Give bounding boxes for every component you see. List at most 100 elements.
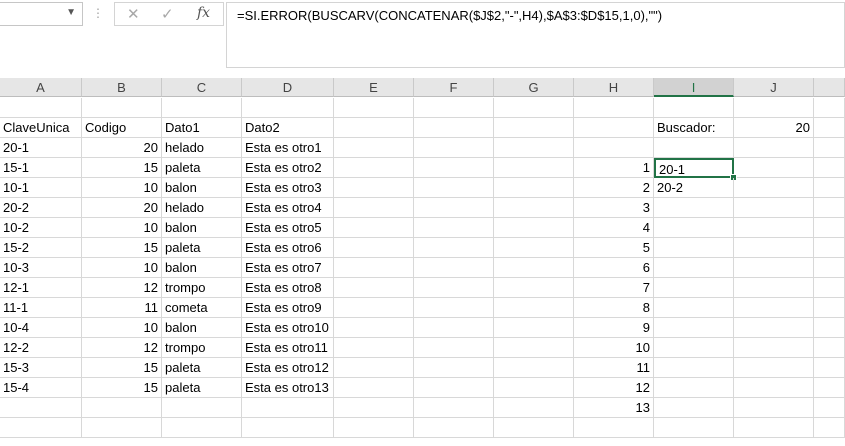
column-header-h[interactable]: H [574,78,654,97]
grid-cell[interactable] [734,378,814,398]
column-header-c[interactable]: C [162,78,242,97]
grid-cell[interactable] [0,418,82,438]
grid-cell[interactable] [494,178,574,198]
grid-cell[interactable] [654,258,734,278]
grid-cell[interactable] [654,98,734,118]
table-cell[interactable]: 10-1 [0,178,82,198]
index-cell[interactable]: 5 [574,238,654,258]
grid-cell[interactable] [654,218,734,238]
grid-cell[interactable] [414,378,494,398]
column-header-j[interactable]: J [734,78,814,97]
table-header-cell[interactable]: ClaveUnica [0,118,82,138]
buscador-label[interactable]: Buscador: [654,118,734,138]
table-cell[interactable]: trompo [162,278,242,298]
grid-cell[interactable] [654,318,734,338]
buscador-value[interactable]: 20 [734,118,814,138]
grid-cell[interactable] [414,358,494,378]
table-cell[interactable]: paleta [162,378,242,398]
grid-cell[interactable] [82,418,162,438]
column-header-a[interactable]: A [0,78,82,97]
index-cell[interactable]: 9 [574,318,654,338]
grid-cell[interactable] [334,258,414,278]
grid-cell[interactable] [654,138,734,158]
result-cell[interactable]: 20-2 [654,178,734,198]
index-cell[interactable]: 10 [574,338,654,358]
grid-cell[interactable] [242,418,334,438]
table-cell[interactable]: 10-2 [0,218,82,238]
grid-cell[interactable] [414,338,494,358]
grid-cell[interactable] [574,98,654,118]
grid-cell[interactable] [654,398,734,418]
table-cell[interactable]: 12 [82,278,162,298]
table-cell[interactable]: 15-3 [0,358,82,378]
grid-cell[interactable] [654,418,734,438]
grid-cell[interactable] [734,138,814,158]
formula-input[interactable]: =SI.ERROR(BUSCARV(CONCATENAR($J$2,"-",H4… [226,2,845,68]
table-cell[interactable]: 15-4 [0,378,82,398]
grid-cell[interactable] [734,338,814,358]
table-cell[interactable]: 11-1 [0,298,82,318]
grid-cell[interactable] [494,158,574,178]
grid-cell[interactable] [654,298,734,318]
table-cell[interactable]: 10 [82,178,162,198]
grid-cell[interactable] [334,278,414,298]
grid-cell[interactable] [334,298,414,318]
table-cell[interactable]: 15 [82,358,162,378]
table-cell[interactable]: balon [162,218,242,238]
table-header-cell[interactable]: Dato1 [162,118,242,138]
grid-cell[interactable] [734,238,814,258]
grid-cell[interactable] [82,98,162,118]
table-cell[interactable]: balon [162,318,242,338]
grid-cell[interactable] [334,138,414,158]
column-header-f[interactable]: F [414,78,494,97]
grid-cell[interactable] [734,358,814,378]
table-cell[interactable]: Esta es otro1 [242,138,334,158]
grid-cell[interactable] [494,238,574,258]
cancel-icon[interactable]: ✕ [127,5,140,23]
table-cell[interactable]: 12-2 [0,338,82,358]
grid-cell[interactable] [814,238,845,258]
grid-cell[interactable] [414,298,494,318]
grid-cell[interactable] [414,198,494,218]
index-cell[interactable]: 6 [574,258,654,278]
grid-cell[interactable] [814,398,845,418]
table-cell[interactable]: Esta es otro13 [242,378,334,398]
grid-cell[interactable] [414,158,494,178]
table-cell[interactable]: balon [162,258,242,278]
table-cell[interactable]: helado [162,138,242,158]
grid-cell[interactable] [414,138,494,158]
table-cell[interactable]: 20 [82,198,162,218]
grid-cell[interactable] [494,398,574,418]
grid-cell[interactable] [334,178,414,198]
grid-cell[interactable] [494,418,574,438]
table-header-cell[interactable]: Codigo [82,118,162,138]
grid-cell[interactable] [814,358,845,378]
grid-cell[interactable] [494,278,574,298]
grid-cell[interactable] [654,338,734,358]
table-cell[interactable]: 12-1 [0,278,82,298]
column-header-e[interactable]: E [334,78,414,97]
grid-cell[interactable] [814,298,845,318]
column-header-i[interactable]: I [654,78,734,97]
grid-cell[interactable] [334,158,414,178]
grid-cell[interactable] [242,98,334,118]
table-cell[interactable]: 20-1 [0,138,82,158]
grid-cell[interactable] [654,278,734,298]
table-cell[interactable]: 20-2 [0,198,82,218]
table-cell[interactable]: Esta es otro8 [242,278,334,298]
grid-cell[interactable] [494,358,574,378]
active-cell[interactable]: 20-1 [654,158,734,178]
grid-cell[interactable] [334,238,414,258]
grid-cell[interactable] [654,238,734,258]
grid-cell[interactable] [814,318,845,338]
table-cell[interactable]: 15-2 [0,238,82,258]
table-cell[interactable]: Esta es otro6 [242,238,334,258]
grid-cell[interactable] [414,418,494,438]
column-header-g[interactable]: G [494,78,574,97]
grid-cell[interactable] [494,298,574,318]
grid-cell[interactable] [334,98,414,118]
grid-cell[interactable] [654,358,734,378]
grid-cell[interactable] [0,98,82,118]
chevron-down-icon[interactable]: ▼ [66,7,76,18]
index-cell[interactable]: 2 [574,178,654,198]
